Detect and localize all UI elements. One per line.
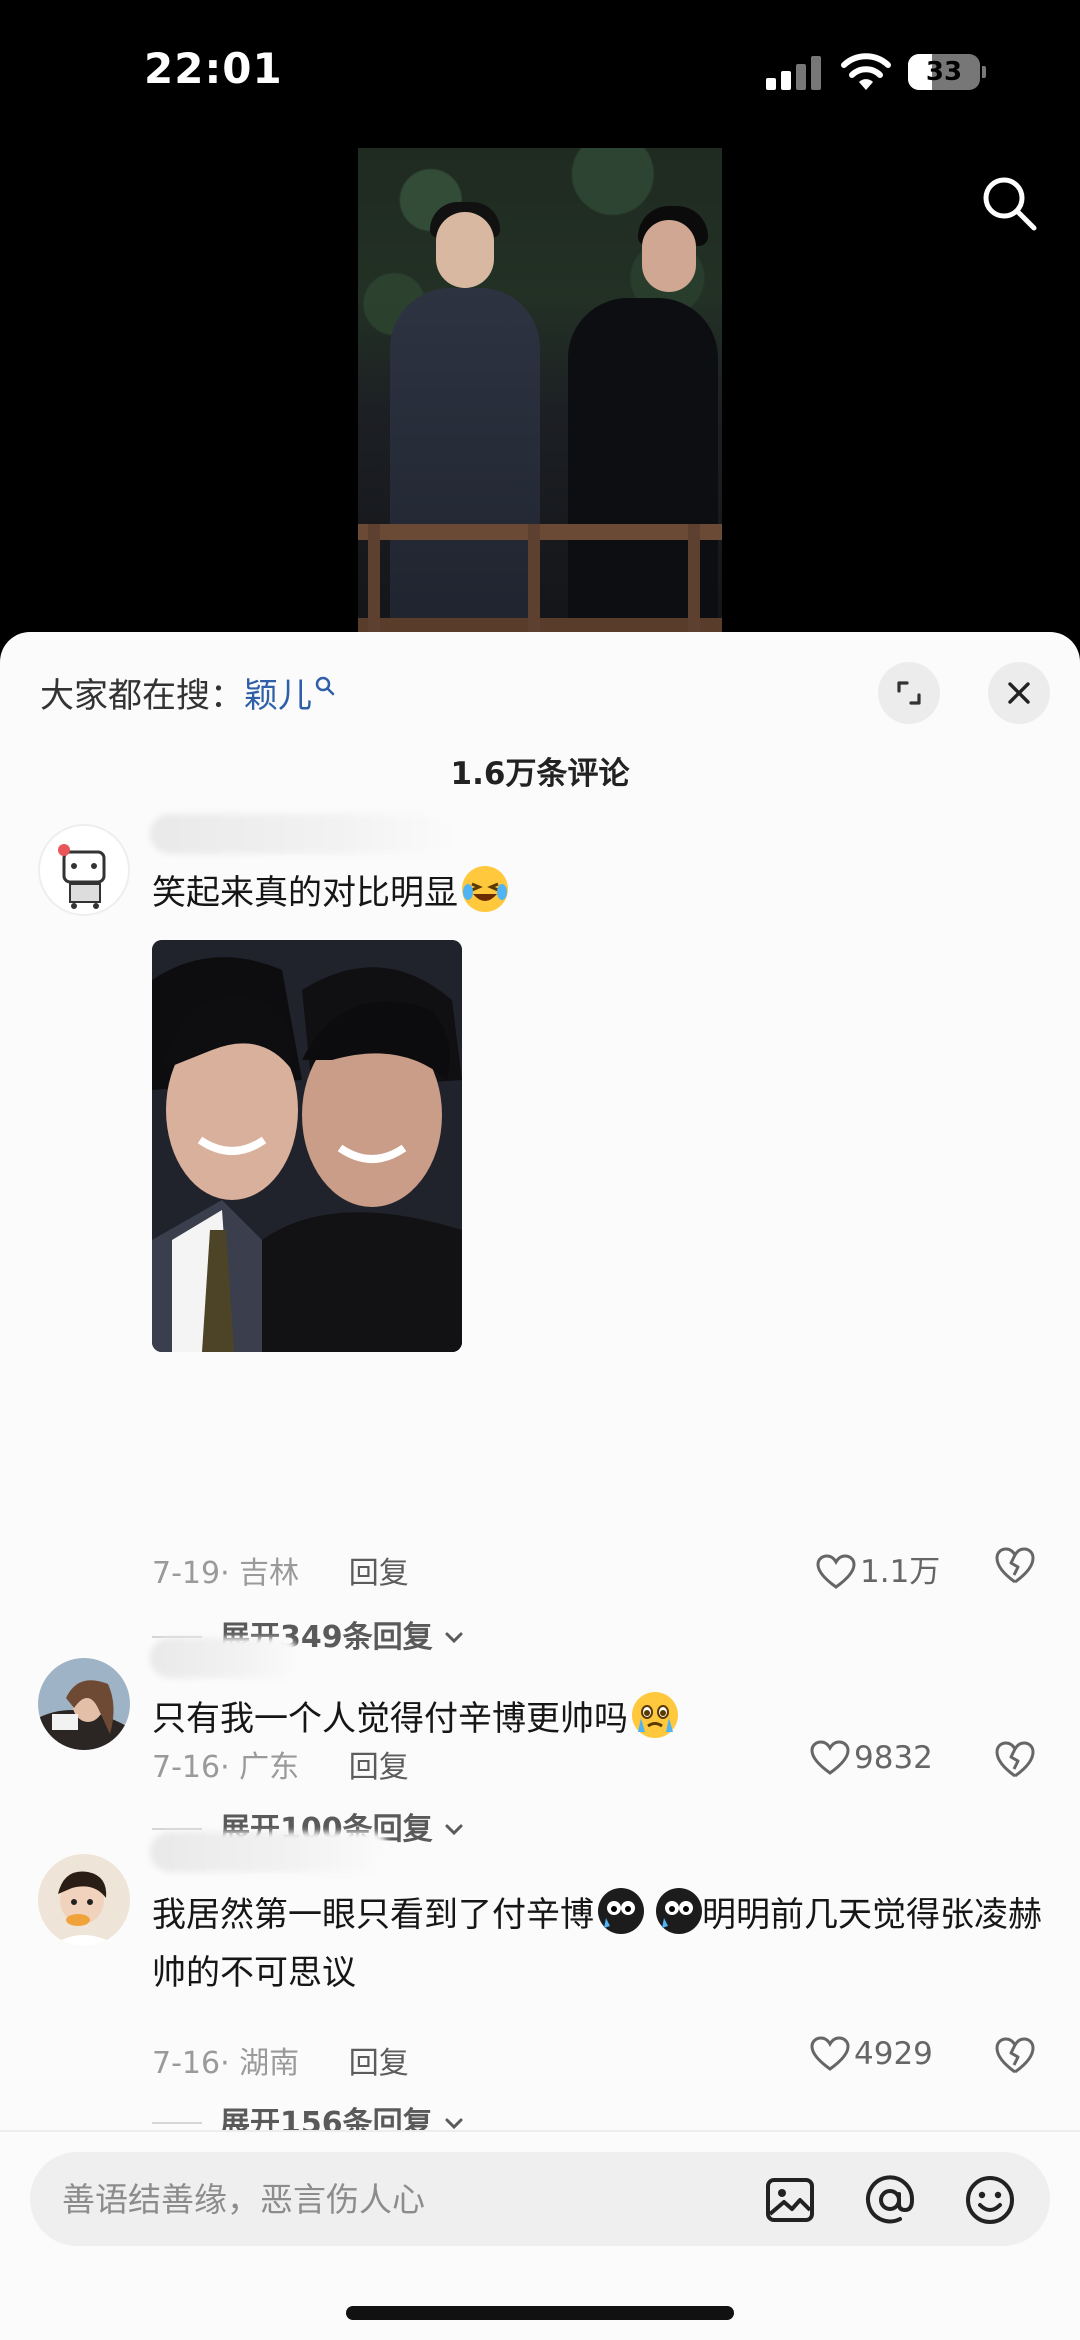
- comment-text: 我居然第一眼只看到了付辛博 明明前几天觉得张凌赫帅的不可思议: [152, 1886, 1052, 2002]
- mention-at-icon[interactable]: [862, 2172, 918, 2228]
- comment-date: 7-16: [152, 2046, 221, 2081]
- reply-button[interactable]: 回复: [349, 1556, 409, 1591]
- trending-keyword[interactable]: 颖儿: [244, 676, 312, 716]
- username-blurred[interactable]: [150, 1832, 390, 1872]
- laughing-tears-emoji: [462, 866, 508, 912]
- comment-input[interactable]: [62, 2152, 742, 2246]
- avatar[interactable]: [38, 1658, 130, 1750]
- comment-date: 7-16: [152, 1750, 221, 1785]
- username-blurred[interactable]: [150, 1638, 300, 1678]
- close-icon: [1008, 682, 1030, 704]
- expand-sheet-button[interactable]: [878, 662, 940, 724]
- black-blob-emoji: [656, 1888, 702, 1934]
- comment-date: 7-19: [152, 1556, 221, 1591]
- like-button[interactable]: 9832: [810, 1740, 933, 1776]
- battery-percent: 33: [925, 57, 963, 87]
- like-count: 4929: [854, 2036, 933, 2072]
- comment-meta: 7-16· 湖南 回复: [152, 2038, 409, 2082]
- trending-label: 大家都在搜：: [40, 676, 244, 716]
- heart-icon: [816, 1554, 856, 1589]
- comment-meta: 7-16· 广东 回复: [152, 1742, 409, 1786]
- heart-icon: [810, 2036, 850, 2071]
- like-count: 9832: [854, 1740, 933, 1776]
- avatar[interactable]: [38, 1854, 130, 1946]
- crying-emoji: [632, 1692, 678, 1738]
- close-sheet-button[interactable]: [988, 662, 1050, 724]
- battery-icon: 33: [908, 54, 986, 90]
- dislike-broken-heart-icon[interactable]: [994, 2036, 1036, 2076]
- wifi-icon: [841, 53, 891, 90]
- dislike-broken-heart-icon[interactable]: [994, 1546, 1036, 1586]
- like-button[interactable]: 4929: [810, 2036, 933, 2072]
- reply-button[interactable]: 回复: [349, 1750, 409, 1785]
- small-search-icon: [315, 676, 335, 696]
- reply-button[interactable]: 回复: [349, 2046, 409, 2081]
- comment-text: 笑起来真的对比明显: [152, 864, 1052, 922]
- comment-location: · 广东: [220, 1750, 300, 1785]
- chevron-down-icon: [445, 1824, 463, 1836]
- comment-count: 1.6万条评论: [450, 756, 630, 792]
- trending-search[interactable]: 大家都在搜：颖儿: [40, 668, 336, 717]
- avatar[interactable]: [38, 824, 130, 916]
- like-button[interactable]: 1.1万: [816, 1546, 940, 1591]
- search-icon[interactable]: [978, 172, 1040, 234]
- signal-icon: [766, 56, 822, 90]
- comment-meta: 7-19· 吉林 回复: [152, 1548, 409, 1592]
- image-icon[interactable]: [762, 2172, 818, 2228]
- chevron-down-icon: [445, 1632, 463, 1644]
- username-blurred[interactable]: [150, 814, 460, 854]
- expand-icon: [897, 681, 921, 705]
- status-time: 22:01: [144, 44, 283, 93]
- black-blob-emoji: [598, 1888, 644, 1934]
- dislike-broken-heart-icon[interactable]: [994, 1740, 1036, 1780]
- comment-photo[interactable]: [152, 940, 462, 1352]
- video-preview[interactable]: [358, 148, 722, 634]
- comment-location: · 吉林: [220, 1556, 300, 1591]
- comment-location: · 湖南: [220, 2046, 300, 2081]
- emoji-smile-icon[interactable]: [962, 2172, 1018, 2228]
- comments-sheet: 大家都在搜：颖儿 1.6万条评论 笑起来真的对比明显 7-19· 吉林 回复 1…: [0, 632, 1080, 2340]
- home-indicator[interactable]: [346, 2306, 734, 2320]
- heart-icon: [810, 1740, 850, 1775]
- status-bar: 22:01 33: [0, 0, 1080, 140]
- like-count: 1.1万: [860, 1554, 941, 1590]
- comment-input-box[interactable]: [30, 2152, 1050, 2246]
